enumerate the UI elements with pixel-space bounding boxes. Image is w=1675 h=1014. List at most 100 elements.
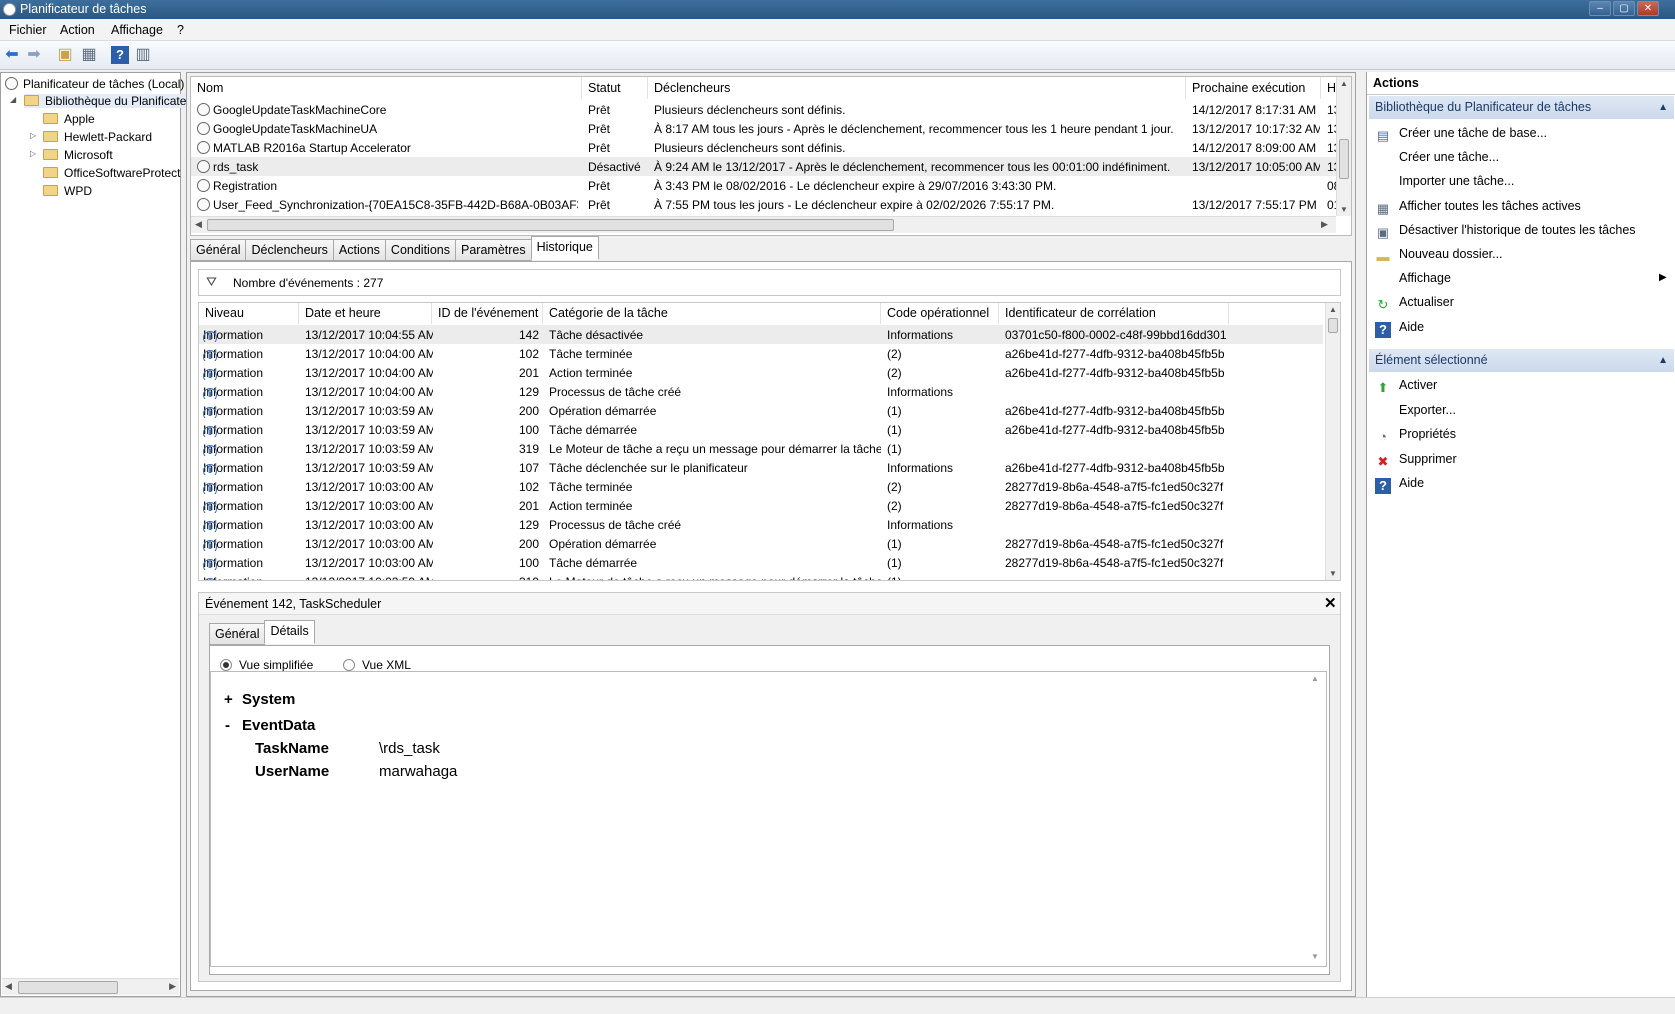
scroll-up-icon[interactable]: ▲: [1340, 79, 1348, 88]
col-statut[interactable]: Statut: [582, 77, 648, 99]
radio-vue-xml[interactable]: Vue XML: [343, 658, 411, 672]
task-list-vertical-scrollbar[interactable]: ▲ ▼: [1336, 77, 1351, 216]
event-row[interactable]: i Information 13/12/2017 10:04:00 AM 102 Tâc…: [199, 344, 1323, 363]
scroll-right-icon[interactable]: ▶: [1321, 219, 1328, 230]
event-row[interactable]: i Information 13/12/2017 10:03:59 AM 100 Tâc…: [199, 420, 1323, 439]
menu-help[interactable]: ?: [177, 23, 184, 37]
event-row[interactable]: i Information 13/12/2017 10:03:00 AM 129 Pro…: [199, 515, 1323, 534]
expand-icon[interactable]: ▷: [30, 131, 36, 140]
col-categorie[interactable]: Catégorie de la tâche: [543, 303, 881, 324]
up-folder-icon[interactable]: ▣: [56, 46, 74, 64]
action-show-running-tasks[interactable]: ▦ Afficher toutes les tâches actives: [1375, 195, 1581, 217]
tree-folder-microsoft[interactable]: Microsoft: [43, 148, 113, 162]
event-row[interactable]: i Information 13/12/2017 10:03:00 AM 100 Tâc…: [199, 553, 1323, 572]
task-row[interactable]: rds_task Désactivé À 9:24 AM le 13/12/2017…: [191, 157, 1339, 176]
tree-horizontal-scrollbar[interactable]: ◀ ▶: [2, 978, 179, 995]
task-row[interactable]: User_Feed_Synchronization-{70EA15C8-35FB…: [191, 195, 1339, 214]
tab-declencheurs[interactable]: Déclencheurs: [245, 239, 334, 261]
tree-root[interactable]: Planificateur de tâches (Local): [5, 77, 184, 91]
scroll-up-icon[interactable]: ▲: [1311, 674, 1319, 683]
col-code-operationnel[interactable]: Code opérationnel: [881, 303, 999, 324]
event-row[interactable]: i Information 13/12/2017 10:03:59 AM 200 Opé…: [199, 401, 1323, 420]
tab-event-general[interactable]: Général: [209, 623, 266, 645]
action-view[interactable]: Affichage ▶: [1375, 267, 1667, 289]
event-row[interactable]: i Information 13/12/2017 10:03:59 AM 107 Tâc…: [199, 458, 1323, 477]
tree-folder-apple[interactable]: Apple: [43, 112, 95, 126]
scroll-thumb[interactable]: [1328, 318, 1338, 333]
expand-icon[interactable]: ▷: [30, 149, 36, 158]
event-row[interactable]: i Information 13/12/2017 10:03:00 AM 200 Opé…: [199, 534, 1323, 553]
tab-event-details[interactable]: Détails: [264, 620, 315, 644]
action-exporter[interactable]: Exporter...: [1375, 399, 1456, 421]
action-create-task[interactable]: Créer une tâche...: [1375, 146, 1499, 168]
collapse-icon[interactable]: ◢: [10, 95, 16, 104]
col-id[interactable]: ID de l'événement: [432, 303, 543, 324]
show-hide-action-pane-icon[interactable]: ▥: [134, 46, 152, 64]
section-element-selectionne[interactable]: Élément sélectionné ▲: [1369, 349, 1674, 372]
collapse-section-icon[interactable]: ▲: [1658, 349, 1668, 372]
col-date[interactable]: Date et heure: [299, 303, 432, 324]
show-hide-console-tree-icon[interactable]: ▦: [80, 46, 98, 64]
task-row[interactable]: MATLAB R2016a Startup Accelerator Prêt Plu…: [191, 138, 1339, 157]
close-window-button[interactable]: ✕: [1637, 1, 1659, 16]
action-import-task[interactable]: Importer une tâche...: [1375, 170, 1514, 192]
system-node[interactable]: System: [242, 691, 295, 708]
tab-conditions[interactable]: Conditions: [384, 239, 456, 261]
event-row[interactable]: i Information 13/12/2017 10:04:55 AM 142 Tâc…: [199, 325, 1323, 344]
tab-parametres[interactable]: Paramètres: [455, 239, 532, 261]
maximize-button[interactable]: ▢: [1613, 1, 1635, 16]
tree-folder-wpd[interactable]: WPD: [43, 184, 92, 198]
action-create-basic-task[interactable]: ▤ Créer une tâche de base...: [1375, 122, 1547, 144]
tree-folder-officesoftwareprotect[interactable]: OfficeSoftwareProtect: [43, 166, 181, 180]
tab-historique[interactable]: Historique: [530, 236, 599, 260]
col-correlation[interactable]: Identificateur de corrélation: [999, 303, 1229, 324]
col-niveau[interactable]: Niveau: [199, 303, 299, 324]
scroll-down-icon[interactable]: ▼: [1340, 205, 1348, 214]
action-help[interactable]: ? Aide: [1375, 316, 1424, 338]
action-disable-history[interactable]: ▣ Désactiver l'historique de toutes les t…: [1375, 219, 1636, 241]
event-row[interactable]: i Information 13/12/2017 10:03:59 AM 319 Le …: [199, 439, 1323, 458]
action-activer[interactable]: ⬆ Activer: [1375, 374, 1438, 396]
col-nom[interactable]: Nom: [191, 77, 582, 99]
task-row[interactable]: GoogleUpdateTaskMachineUA Prêt À 8:17 AM t…: [191, 119, 1339, 138]
help-icon[interactable]: ?: [111, 46, 129, 64]
scroll-down-icon[interactable]: ▼: [1311, 952, 1319, 961]
menu-action[interactable]: Action: [60, 23, 95, 37]
event-row[interactable]: i Information 13/12/2017 10:03:00 AM 201 Act…: [199, 496, 1323, 515]
tab-actions[interactable]: Actions: [332, 239, 386, 261]
action-supprimer[interactable]: ✖ Supprimer: [1375, 448, 1457, 470]
scroll-thumb[interactable]: [1339, 139, 1349, 179]
menu-affichage[interactable]: Affichage: [111, 23, 163, 37]
scroll-left-icon[interactable]: ◀: [5, 981, 12, 992]
scroll-thumb[interactable]: [207, 219, 894, 231]
scroll-thumb[interactable]: [18, 981, 118, 994]
eventdata-node[interactable]: EventData: [242, 717, 315, 734]
task-row[interactable]: Registration Prêt À 3:43 PM le 08/02/2016 …: [191, 176, 1339, 195]
col-declencheurs[interactable]: Déclencheurs: [648, 77, 1186, 99]
tree-folder-hewlett-packard[interactable]: Hewlett-Packard: [43, 130, 152, 144]
task-row[interactable]: GoogleUpdateTaskMachineCore Prêt Plusieurs…: [191, 100, 1339, 119]
section-bibliotheque[interactable]: Bibliothèque du Planificateur de tâches ▲: [1369, 96, 1674, 119]
action-refresh[interactable]: ↻ Actualiser: [1375, 291, 1454, 313]
expand-system-icon[interactable]: +: [224, 691, 233, 708]
tab-general[interactable]: Général: [190, 239, 247, 261]
action-proprietes[interactable]: ◔ Propriétés: [1375, 423, 1456, 445]
scroll-up-icon[interactable]: ▲: [1329, 305, 1337, 314]
action-new-folder[interactable]: ▬ Nouveau dossier...: [1375, 243, 1503, 265]
action-aide[interactable]: ? Aide: [1375, 472, 1424, 494]
minimize-button[interactable]: ‒: [1589, 1, 1611, 16]
event-grid-vertical-scrollbar[interactable]: ▲ ▼: [1325, 303, 1340, 580]
back-icon[interactable]: ⬅: [3, 46, 21, 64]
event-row[interactable]: i Information 13/12/2017 10:03:00 AM 102 Tâc…: [199, 477, 1323, 496]
forward-icon[interactable]: ➡: [25, 46, 43, 64]
collapse-eventdata-icon[interactable]: -: [225, 717, 230, 734]
task-list-horizontal-scrollbar[interactable]: ◀ ▶: [191, 216, 1336, 233]
event-row[interactable]: iInformation 13/12/2017 10:02:59 AM319 Le …: [199, 572, 1323, 580]
scroll-left-icon[interactable]: ◀: [195, 219, 202, 230]
close-icon[interactable]: ✕: [1324, 594, 1337, 612]
filter-icon[interactable]: ⛛: [206, 274, 217, 290]
menu-fichier[interactable]: Fichier: [9, 23, 47, 37]
event-row[interactable]: i Information 13/12/2017 10:04:00 AM 201 Act…: [199, 363, 1323, 382]
radio-vue-simplifiee[interactable]: Vue simplifiée: [220, 658, 313, 672]
scroll-down-icon[interactable]: ▼: [1329, 569, 1337, 578]
